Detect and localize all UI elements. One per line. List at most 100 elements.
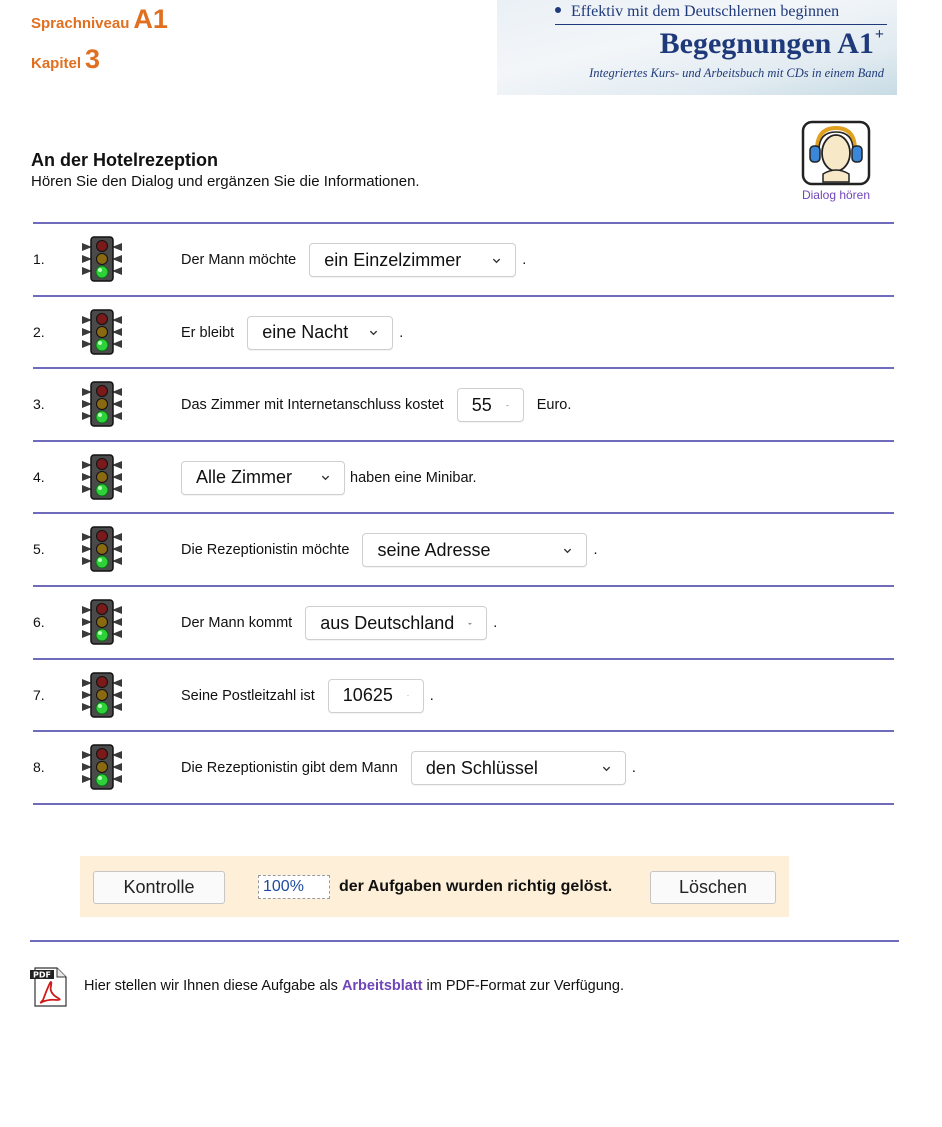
traffic-light-icon [76, 597, 128, 647]
answer-dropdown[interactable]: 10625 [327, 678, 424, 713]
listen-dialog-label: Dialog hören [801, 188, 871, 202]
sentence-text-after: . [429, 687, 434, 704]
traffic-light-icon [76, 670, 128, 720]
item-sentence: Die Rezeptionistin gibt dem Mann den Schl… [181, 751, 636, 786]
row-divider [33, 222, 894, 224]
pdf-icon-text: PDF [33, 971, 51, 980]
level-indicator: Sprachniveau A1 [31, 4, 168, 35]
sentence-text-before: Das Zimmer mit Internetanschluss kostet [181, 397, 444, 414]
traffic-light-icon [76, 742, 128, 792]
check-panel: Kontrolle 100% der Aufgaben wurden richt… [80, 856, 789, 917]
traffic-light-icon [76, 452, 128, 502]
answer-dropdown-value: den Schlüssel [425, 757, 538, 778]
pdf-icon[interactable]: PDF [29, 967, 67, 1007]
chevron-down-icon [407, 695, 409, 697]
item-number: 7. [33, 686, 45, 703]
row-divider [33, 439, 894, 442]
sentence-text-after: haben eine Minibar. [350, 469, 477, 486]
traffic-light-icon [76, 379, 128, 429]
traffic-light-icon [76, 307, 128, 357]
item-number: 2. [33, 323, 45, 340]
listen-dialog-button[interactable]: Dialog hören [800, 120, 872, 202]
sentence-text-before: Seine Postleitzahl ist [181, 687, 315, 704]
answer-dropdown[interactable]: Alle Zimmer [181, 460, 345, 495]
answer-dropdown[interactable]: 55 [456, 388, 524, 423]
sentence-text-before: Der Mann möchte [181, 252, 297, 268]
chevron-down-icon [506, 404, 509, 407]
footer-text-before: Hier stellen wir Ihnen diese Aufgabe als [84, 978, 338, 994]
worksheet-link[interactable]: Arbeitsblatt [342, 978, 423, 994]
answer-dropdown-value: eine Nacht [262, 322, 349, 343]
sentence-text-before: Der Mann kommt [181, 615, 293, 631]
chevron-down-icon [468, 622, 472, 625]
bullet-icon [555, 7, 561, 13]
footer-text-after: im PDF-Format zur Verfügung. [426, 978, 624, 994]
check-button[interactable]: Kontrolle [93, 871, 225, 904]
chapter-label: Kapitel [31, 55, 82, 72]
banner-rule [555, 24, 887, 25]
row-divider [33, 512, 894, 515]
book-banner: Effektiv mit dem Deutschlernen beginnen … [497, 0, 897, 95]
chevron-down-icon [602, 766, 610, 771]
headphones-icon [801, 120, 871, 186]
answer-dropdown[interactable]: aus Deutschland [305, 606, 488, 640]
answer-dropdown[interactable]: seine Adresse [362, 533, 588, 568]
sentence-text-after: . [522, 252, 527, 268]
item-sentence: Das Zimmer mit Internetanschluss kostet 5… [181, 388, 572, 423]
sentence-text-after: Euro. [536, 397, 572, 414]
exercise-instruction: Hören Sie den Dialog und ergänzen Sie di… [31, 173, 420, 190]
clear-button[interactable]: Löschen [650, 871, 776, 904]
sentence-text-before: Er bleibt [181, 324, 235, 341]
banner-tagline: Effektiv mit dem Deutschlernen beginnen [555, 3, 839, 21]
answer-dropdown-value: ein Einzelzimmer [324, 249, 462, 270]
row-divider [33, 294, 894, 297]
item-number: 8. [33, 759, 45, 776]
row-divider [33, 367, 894, 370]
row-divider [33, 802, 894, 805]
row-divider [33, 730, 894, 733]
answer-dropdown-value: Alle Zimmer [196, 467, 293, 488]
answer-dropdown-value: seine Adresse [377, 539, 491, 560]
answer-dropdown-value: 55 [471, 394, 492, 415]
answer-dropdown[interactable]: ein Einzelzimmer [309, 243, 517, 277]
sentence-text-before: Die Rezeptionistin möchte [181, 542, 350, 559]
answer-dropdown-value: 10625 [342, 685, 393, 706]
banner-title: Begegnungen A1+ [660, 26, 884, 61]
item-sentence: Der Mann möchte ein Einzelzimmer. [181, 243, 526, 277]
traffic-light-icon [76, 234, 128, 284]
level-value: A1 [133, 4, 168, 34]
exercise-title: An der Hotelrezeption [31, 150, 219, 170]
sentence-text-after: . [593, 542, 598, 559]
item-sentence: Alle Zimmer haben eine Minibar. [181, 460, 477, 495]
sentence-text-after: . [631, 760, 636, 777]
level-label: Sprachniveau [31, 15, 130, 32]
banner-tagline-text: Effektiv mit dem Deutschlernen beginnen [571, 3, 840, 20]
answer-dropdown[interactable]: eine Nacht [247, 315, 394, 350]
chevron-down-icon [370, 330, 378, 336]
item-number: 6. [33, 614, 45, 630]
chapter-value: 3 [85, 44, 101, 74]
answer-dropdown-value: aus Deutschland [320, 612, 455, 633]
row-divider [33, 585, 894, 587]
sentence-text-after: . [399, 324, 404, 341]
answer-dropdown[interactable]: den Schlüssel [410, 751, 626, 786]
banner-title-text: Begegnungen A1 [659, 27, 874, 60]
chevron-down-icon [564, 548, 572, 554]
chevron-down-icon [493, 258, 501, 263]
result-text: der Aufgaben wurden richtig gelöst. [339, 878, 613, 895]
chevron-down-icon [321, 475, 330, 481]
item-number: 4. [33, 468, 45, 485]
item-number: 3. [33, 396, 45, 413]
footer-divider [30, 940, 899, 942]
row-divider [33, 657, 894, 660]
item-sentence: Seine Postleitzahl ist 10625. [181, 678, 434, 713]
banner-title-sup: + [874, 26, 884, 43]
item-number: 5. [33, 541, 45, 558]
footer-text: Hier stellen wir Ihnen diese Aufgabe als… [84, 978, 624, 994]
item-sentence: Er bleibt eine Nacht. [181, 315, 404, 350]
banner-subtitle: Integriertes Kurs- und Arbeitsbuch mit C… [589, 66, 884, 80]
chapter-indicator: Kapitel 3 [31, 44, 100, 75]
item-sentence: Der Mann kommt aus Deutschland. [181, 606, 497, 640]
sentence-text-before: Die Rezeptionistin gibt dem Mann [181, 760, 398, 777]
traffic-light-icon [76, 524, 128, 574]
